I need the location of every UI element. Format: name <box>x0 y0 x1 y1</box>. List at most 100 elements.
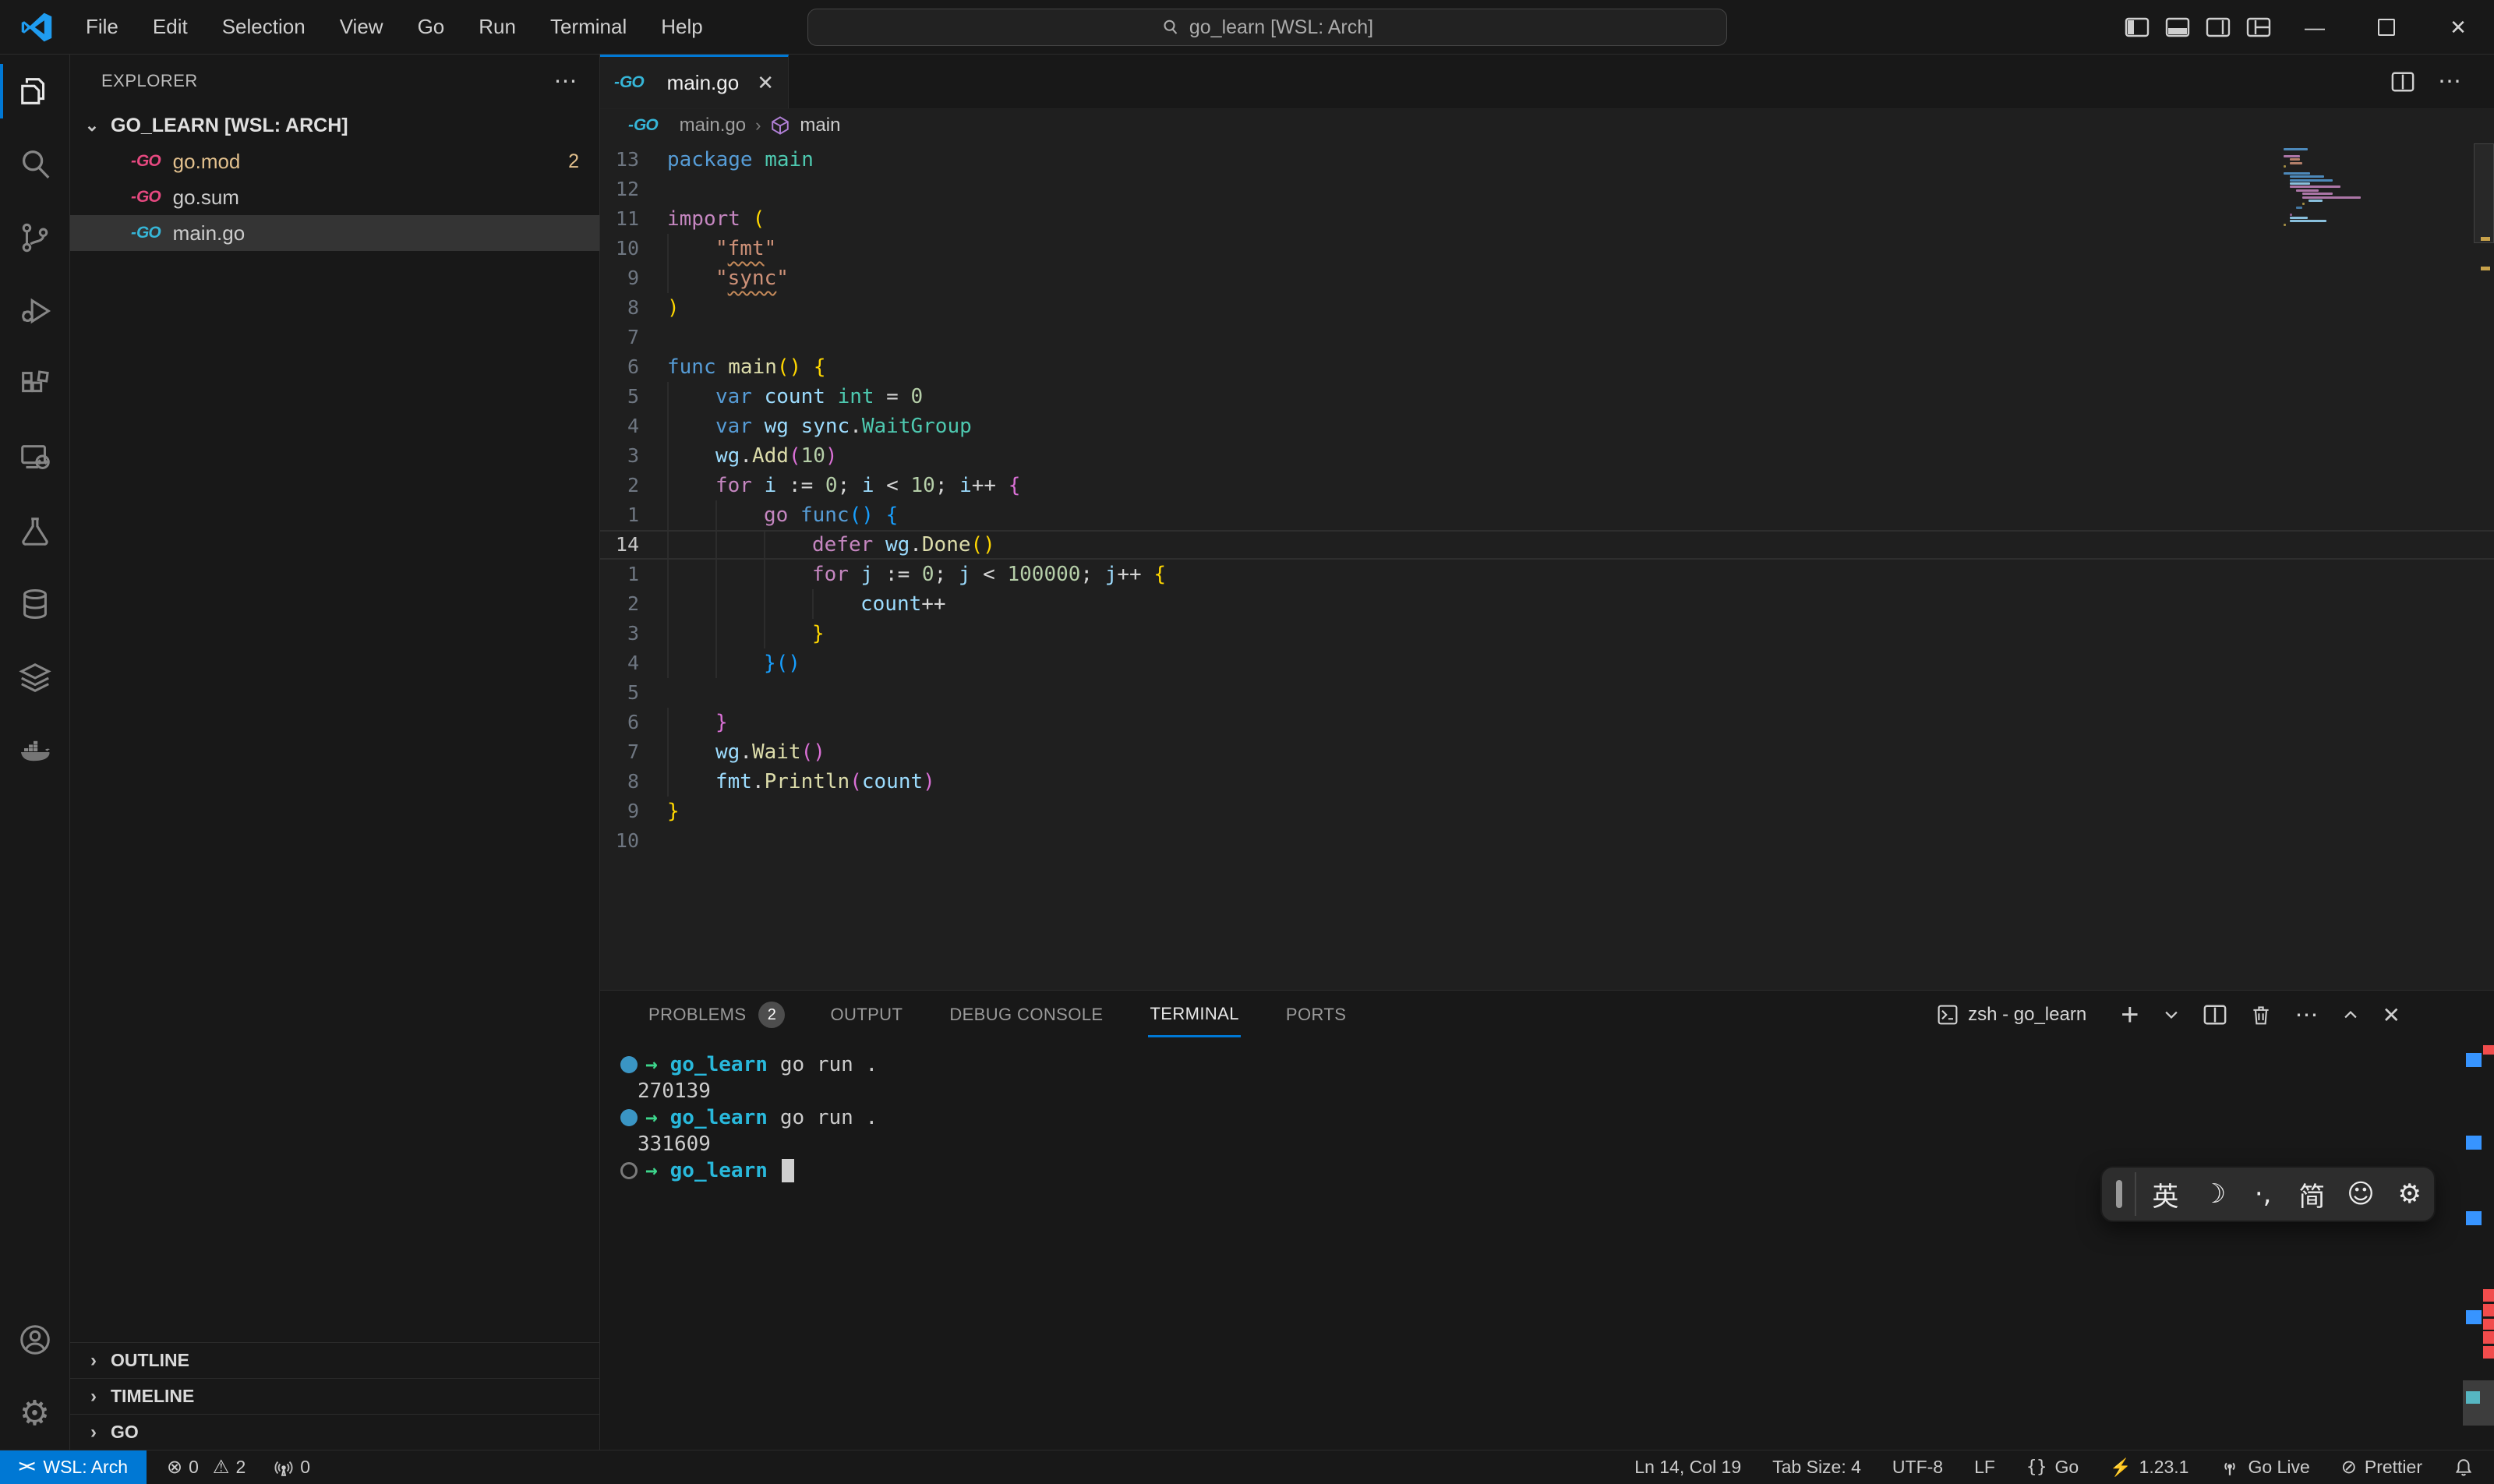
menu-item-terminal[interactable]: Terminal <box>533 7 644 47</box>
menu-item-help[interactable]: Help <box>644 7 719 47</box>
activitybar-run-debug-icon[interactable] <box>0 274 70 348</box>
activitybar-extensions-icon[interactable] <box>0 348 70 421</box>
remote-indicator[interactable]: >< WSL: Arch <box>0 1450 147 1484</box>
terminal-instance[interactable]: zsh - go_learn <box>1937 1004 2086 1026</box>
status-item-prettier[interactable]: ⊘Prettier <box>2341 1456 2422 1479</box>
code-line[interactable]: 4var wg sync.WaitGroup <box>600 412 2494 441</box>
activitybar-database-icon[interactable] <box>0 567 70 641</box>
ime-drag-handle[interactable] <box>2116 1180 2122 1208</box>
activitybar-layers-icon[interactable] <box>0 641 70 714</box>
sidebar-section-outline[interactable]: ›OUTLINE <box>70 1342 599 1378</box>
menu-item-view[interactable]: View <box>323 7 401 47</box>
file-row-go-sum[interactable]: GOgo.sum <box>70 179 599 215</box>
code-line[interactable]: 5var count int = 0 <box>600 382 2494 412</box>
problems-status[interactable]: ⊗ 0 ⚠ 2 <box>167 1456 246 1479</box>
explorer-more-actions-icon[interactable]: ⋯ <box>554 68 578 95</box>
workspace-root-row[interactable]: ⌄ GO_LEARN [WSL: ARCH] <box>70 108 599 143</box>
file-row-main-go[interactable]: GOmain.go <box>70 215 599 251</box>
split-terminal-icon[interactable] <box>2203 1004 2227 1026</box>
panel-tab-terminal[interactable]: TERMINAL <box>1148 991 1240 1039</box>
panel-tab-ports[interactable]: PORTS <box>1284 991 1348 1039</box>
status-item-go-live[interactable]: Go Live <box>2220 1457 2309 1478</box>
activitybar-testing-icon[interactable] <box>0 494 70 567</box>
terminal-command-line[interactable]: →go_learngo run . <box>600 1051 2494 1078</box>
panel-more-actions-icon[interactable]: ⋯ <box>2295 1002 2319 1029</box>
new-terminal-icon[interactable]: + <box>2121 999 2139 1030</box>
code-line[interactable]: 8fmt.Println(count) <box>600 767 2494 797</box>
status-item-lf[interactable]: LF <box>1974 1457 1995 1478</box>
sidebar-section-timeline[interactable]: ›TIMELINE <box>70 1378 599 1414</box>
minimize-button[interactable]: — <box>2279 0 2351 55</box>
command-center-search[interactable]: go_learn [WSL: Arch] <box>807 9 1727 46</box>
editor-more-actions-icon[interactable]: ⋯ <box>2438 68 2461 95</box>
menu-item-edit[interactable]: Edit <box>136 7 205 47</box>
notifications-bell-icon[interactable] <box>2453 1458 2474 1478</box>
menu-item-run[interactable]: Run <box>461 7 533 47</box>
breadcrumb-symbol[interactable]: main <box>800 115 840 136</box>
split-editor-icon[interactable] <box>2391 71 2415 93</box>
status-item-1-23-1[interactable]: ⚡1.23.1 <box>2110 1457 2188 1478</box>
code-line[interactable]: 8) <box>600 293 2494 323</box>
scrollbar-slider[interactable] <box>2474 143 2494 243</box>
activitybar-accounts-icon[interactable] <box>0 1303 70 1376</box>
code-line[interactable]: 10 <box>600 826 2494 856</box>
activitybar-explorer-icon[interactable] <box>0 55 70 128</box>
status-item-ln-14-col-19[interactable]: Ln 14, Col 19 <box>1634 1457 1741 1478</box>
activitybar-remote-explorer-icon[interactable] <box>0 421 70 494</box>
ime-simplified-chinese-icon[interactable]: 简 <box>2287 1175 2337 1214</box>
breadcrumb-file[interactable]: main.go <box>680 115 746 136</box>
terminal-output-line[interactable]: 270139 <box>600 1078 2494 1104</box>
code-line[interactable]: 7 <box>600 323 2494 352</box>
code-line[interactable]: 13package main <box>600 145 2494 175</box>
code-line[interactable]: 11import ( <box>600 204 2494 234</box>
code-line[interactable]: 2for i := 0; i < 10; i++ { <box>600 471 2494 500</box>
code-line[interactable]: 9"sync" <box>600 263 2494 293</box>
code-line[interactable]: 6} <box>600 708 2494 737</box>
toggle-sidebar-icon[interactable] <box>2117 0 2157 55</box>
code-line[interactable]: 3wg.Add(10) <box>600 441 2494 471</box>
code-editor[interactable]: 13package main1211import (10"fmt"9"sync"… <box>600 142 2494 990</box>
activitybar-settings-gear-icon[interactable]: ⚙ <box>0 1376 70 1450</box>
activitybar-source-control-icon[interactable] <box>0 201 70 274</box>
toggle-secondary-sidebar-icon[interactable] <box>2198 0 2238 55</box>
terminal-command-line[interactable]: →go_learngo run . <box>600 1104 2494 1131</box>
ime-english-mode-button[interactable]: 英 <box>2141 1175 2190 1214</box>
menu-item-file[interactable]: File <box>69 7 136 47</box>
ime-halfwidth-moon-icon[interactable]: ☽ <box>2190 1178 2239 1210</box>
code-line[interactable]: 9} <box>600 797 2494 826</box>
tab-main-go[interactable]: GO main.go ✕ <box>600 55 789 108</box>
ime-settings-gear-icon[interactable]: ⚙ <box>2385 1178 2434 1210</box>
panel-tab-output[interactable]: OUTPUT <box>828 991 904 1039</box>
maximize-panel-chevron-icon[interactable] <box>2342 1006 2359 1023</box>
code-line[interactable]: 14defer wg.Done() <box>600 530 2494 560</box>
code-line[interactable]: 3} <box>600 619 2494 648</box>
ime-emoji-icon[interactable]: ☺ <box>2337 1178 2386 1210</box>
terminal-dropdown-chevron-icon[interactable] <box>2163 1006 2180 1023</box>
code-line[interactable]: 7wg.Wait() <box>600 737 2494 767</box>
code-line[interactable]: 5 <box>600 678 2494 708</box>
close-button[interactable]: ✕ <box>2422 0 2494 55</box>
ime-punctuation-icon[interactable]: ·, <box>2238 1178 2287 1210</box>
terminal-output[interactable]: →go_learngo run .270139→go_learngo run .… <box>600 1039 2494 1184</box>
status-item-utf-8[interactable]: UTF-8 <box>1892 1457 1943 1478</box>
menu-item-go[interactable]: Go <box>401 7 462 47</box>
activitybar-search-icon[interactable] <box>0 128 70 201</box>
terminal-output-line[interactable]: 331609 <box>600 1131 2494 1157</box>
code-line[interactable]: 6func main() { <box>600 352 2494 382</box>
customize-layout-icon[interactable] <box>2238 0 2279 55</box>
ports-status[interactable]: 0 <box>274 1457 310 1478</box>
toggle-panel-icon[interactable] <box>2157 0 2198 55</box>
status-item-go[interactable]: {}Go <box>2026 1457 2079 1478</box>
file-row-go-mod[interactable]: GOgo.mod2 <box>70 143 599 179</box>
menu-item-selection[interactable]: Selection <box>205 7 323 47</box>
code-line[interactable]: 4}() <box>600 648 2494 678</box>
panel-tab-problems[interactable]: PROBLEMS2 <box>647 991 785 1039</box>
minimap[interactable] <box>2284 148 2397 249</box>
close-panel-icon[interactable]: ✕ <box>2383 1002 2400 1028</box>
activitybar-docker-icon[interactable] <box>0 714 70 787</box>
tab-close-icon[interactable]: ✕ <box>757 71 774 95</box>
code-line[interactable]: 2count++ <box>600 589 2494 619</box>
code-line[interactable]: 12 <box>600 175 2494 204</box>
panel-tab-debug-console[interactable]: DEBUG CONSOLE <box>948 991 1104 1039</box>
code-line[interactable]: 10"fmt" <box>600 234 2494 263</box>
